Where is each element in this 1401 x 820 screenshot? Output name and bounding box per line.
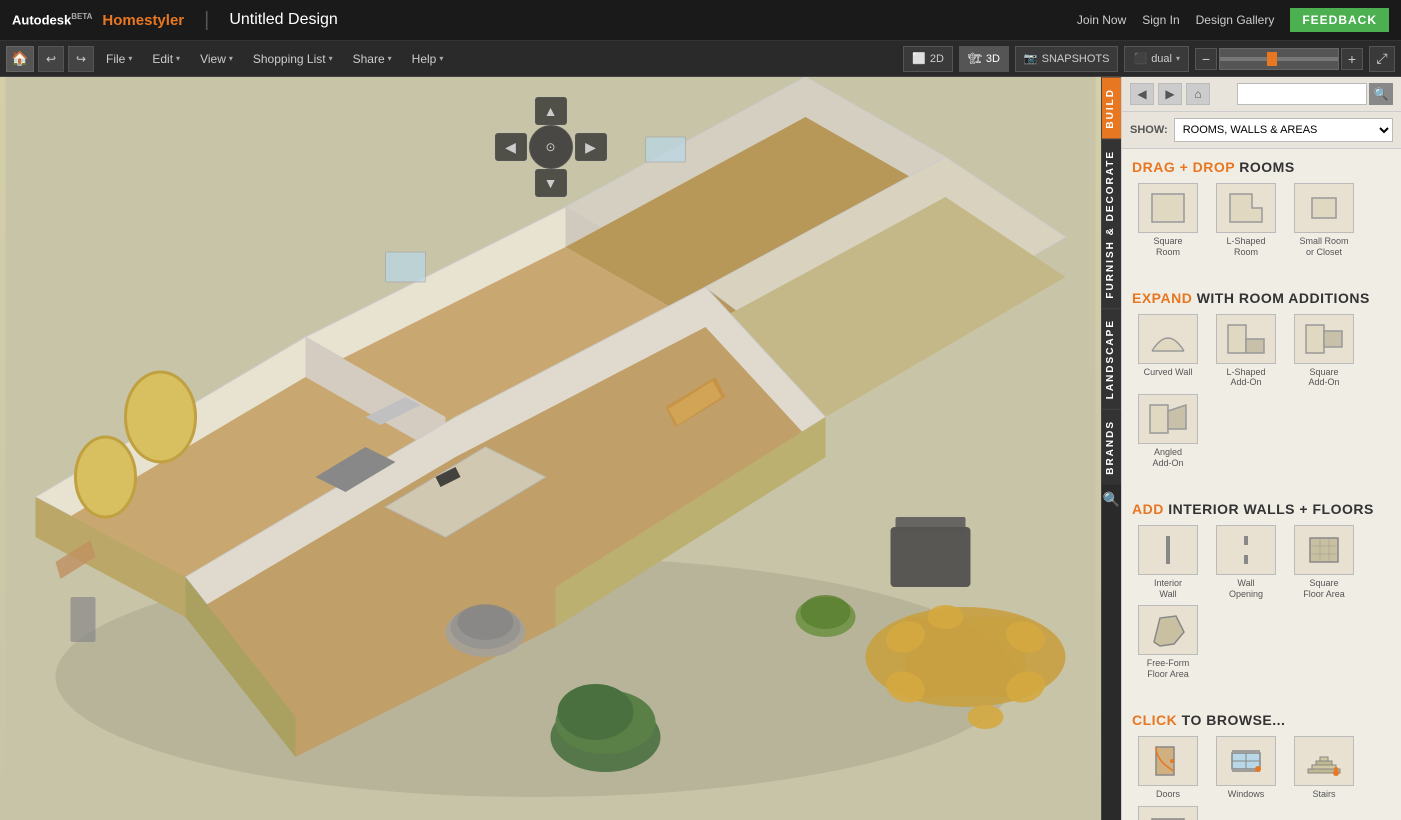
edit-menu[interactable]: Edit▾ — [144, 48, 188, 70]
browse-section: CLICK TO BROWSE... Doors — [1122, 702, 1401, 820]
show-select[interactable]: ROOMS, WALLS & AREAS FURNITURE ALL — [1174, 118, 1393, 142]
menu-right: ⬜2D 🏗3D 📷SNAPSHOTS ⬛dual▾ − + ⤢ — [903, 46, 1395, 72]
windows-item[interactable]: Windows — [1210, 736, 1282, 800]
shopping-list-menu[interactable]: Shopping List▾ — [245, 48, 341, 70]
page-title: Untitled Design — [229, 11, 338, 29]
dual-button[interactable]: ⬛dual▾ — [1124, 46, 1189, 72]
panel-back-button[interactable]: ◀ — [1130, 83, 1154, 105]
view-2d-button[interactable]: ⬜2D — [903, 46, 953, 72]
panel-search-input[interactable] — [1237, 83, 1367, 105]
file-menu[interactable]: File▾ — [98, 48, 140, 70]
stairs-item[interactable]: Stairs — [1288, 736, 1360, 800]
zoom-controls: − + — [1195, 48, 1363, 70]
wall-opening-item[interactable]: WallOpening — [1210, 525, 1282, 600]
menu-bar: 🏠 ↩ ↪ File▾ Edit▾ View▾ Shopping List▾ S… — [0, 41, 1401, 77]
join-now-link[interactable]: Join Now — [1077, 13, 1126, 27]
panel-forward-button[interactable]: ▶ — [1158, 83, 1182, 105]
canvas-area[interactable]: ▲ ◀ ⊙ ▶ ▼ — [0, 77, 1101, 820]
expand-title: EXPAND WITH ROOM ADDITIONS — [1132, 290, 1391, 306]
browse-title: CLICK TO BROWSE... — [1132, 712, 1391, 728]
right-panel-tabs: BUILD FURNISH & DECORATE LANDSCAPE BRAND… — [1101, 77, 1121, 820]
fireplaces-item[interactable]: Fireplaces — [1132, 806, 1204, 820]
share-menu[interactable]: Share▾ — [345, 48, 400, 70]
camera-controls: ▲ ◀ ⊙ ▶ ▼ — [491, 97, 611, 197]
home-button[interactable]: 🏠 — [6, 46, 34, 72]
build-tab[interactable]: BUILD — [1102, 77, 1121, 139]
lshaped-room-item[interactable]: L-ShapedRoom — [1210, 183, 1282, 258]
help-menu[interactable]: Help▾ — [404, 48, 452, 70]
interior-wall-item[interactable]: InteriorWall — [1132, 525, 1204, 600]
logo-area: AutodeskBETA Homestyler | Untitled Desig… — [12, 9, 338, 32]
right-panel: ◀ ▶ ⌂ 🔍 SHOW: ROOMS, WALLS & AREAS FURNI… — [1121, 77, 1401, 820]
panel-search-icon[interactable]: 🔍 — [1102, 485, 1121, 514]
small-room-item[interactable]: Small Roomor Closet — [1288, 183, 1360, 258]
camera-down-button[interactable]: ▼ — [535, 169, 567, 197]
interior-items: InteriorWall WallOpening SquareFloor Are… — [1132, 525, 1391, 680]
drag-drop-title: DRAG + DROP ROOMS — [1132, 159, 1391, 175]
panel-home-button[interactable]: ⌂ — [1186, 83, 1210, 105]
curved-wall-item[interactable]: Curved Wall — [1132, 314, 1204, 389]
title-divider: | — [204, 9, 209, 32]
camera-left-button[interactable]: ◀ — [495, 133, 527, 161]
redo-button[interactable]: ↪ — [68, 46, 94, 72]
angled-addon-item[interactable]: AngledAdd-On — [1132, 394, 1204, 469]
feedback-button[interactable]: FEEDBACK — [1290, 8, 1389, 32]
interior-section: ADD INTERIOR WALLS + FLOORS InteriorWall… — [1122, 491, 1401, 690]
sign-in-link[interactable]: Sign In — [1142, 13, 1179, 27]
drag-drop-section: DRAG + DROP ROOMS SquareRoom L-ShapedRoo… — [1122, 149, 1401, 268]
furnish-tab[interactable]: FURNISH & DECORATE — [1102, 139, 1121, 309]
landscape-tab[interactable]: LANDSCAPE — [1102, 308, 1121, 409]
view-menu[interactable]: View▾ — [192, 48, 241, 70]
main-area: ▲ ◀ ⊙ ▶ ▼ — [0, 77, 1401, 820]
fullscreen-button[interactable]: ⤢ — [1369, 46, 1395, 72]
camera-center-button[interactable]: ⊙ — [529, 125, 573, 169]
square-addon-item[interactable]: SquareAdd-On — [1288, 314, 1360, 389]
lshaped-addon-item[interactable]: L-ShapedAdd-On — [1210, 314, 1282, 389]
brands-tab[interactable]: BRANDS — [1102, 409, 1121, 485]
floor-freeform-item[interactable]: Free-FormFloor Area — [1132, 605, 1204, 680]
doors-item[interactable]: Doors — [1132, 736, 1204, 800]
zoom-in-button[interactable]: + — [1341, 48, 1363, 70]
square-room-item[interactable]: SquareRoom — [1132, 183, 1204, 258]
top-right-nav: Join Now Sign In Design Gallery FEEDBACK — [1077, 8, 1389, 32]
drag-drop-items: SquareRoom L-ShapedRoom Small Roomor Clo… — [1132, 183, 1391, 258]
logo-beta: BETA — [71, 12, 92, 21]
panel-search-submit[interactable]: 🔍 — [1369, 83, 1393, 105]
undo-button[interactable]: ↩ — [38, 46, 64, 72]
camera-right-button[interactable]: ▶ — [575, 133, 607, 161]
top-bar: AutodeskBETA Homestyler | Untitled Desig… — [0, 0, 1401, 41]
expand-section: EXPAND WITH ROOM ADDITIONS Curved Wall L… — [1122, 280, 1401, 479]
logo-homestyler: Homestyler — [102, 12, 184, 29]
panel-search: 🔍 — [1237, 83, 1393, 105]
zoom-out-button[interactable]: − — [1195, 48, 1217, 70]
design-gallery-link[interactable]: Design Gallery — [1196, 13, 1275, 27]
browse-items: Doors Windows — [1132, 736, 1391, 820]
expand-items: Curved Wall L-ShapedAdd-On SquareAdd-On — [1132, 314, 1391, 469]
interior-title: ADD INTERIOR WALLS + FLOORS — [1132, 501, 1391, 517]
logo-autodesk: AutodeskBETA — [12, 12, 92, 27]
camera-up-button[interactable]: ▲ — [535, 97, 567, 125]
floor-square-item[interactable]: SquareFloor Area — [1288, 525, 1360, 600]
zoom-slider[interactable] — [1219, 48, 1339, 70]
show-label: SHOW: — [1130, 124, 1168, 136]
snapshots-button[interactable]: 📷SNAPSHOTS — [1015, 46, 1119, 72]
panel-navigation: ◀ ▶ ⌂ 🔍 — [1122, 77, 1401, 112]
show-row: SHOW: ROOMS, WALLS & AREAS FURNITURE ALL — [1122, 112, 1401, 149]
view-3d-button[interactable]: 🏗3D — [959, 46, 1009, 72]
